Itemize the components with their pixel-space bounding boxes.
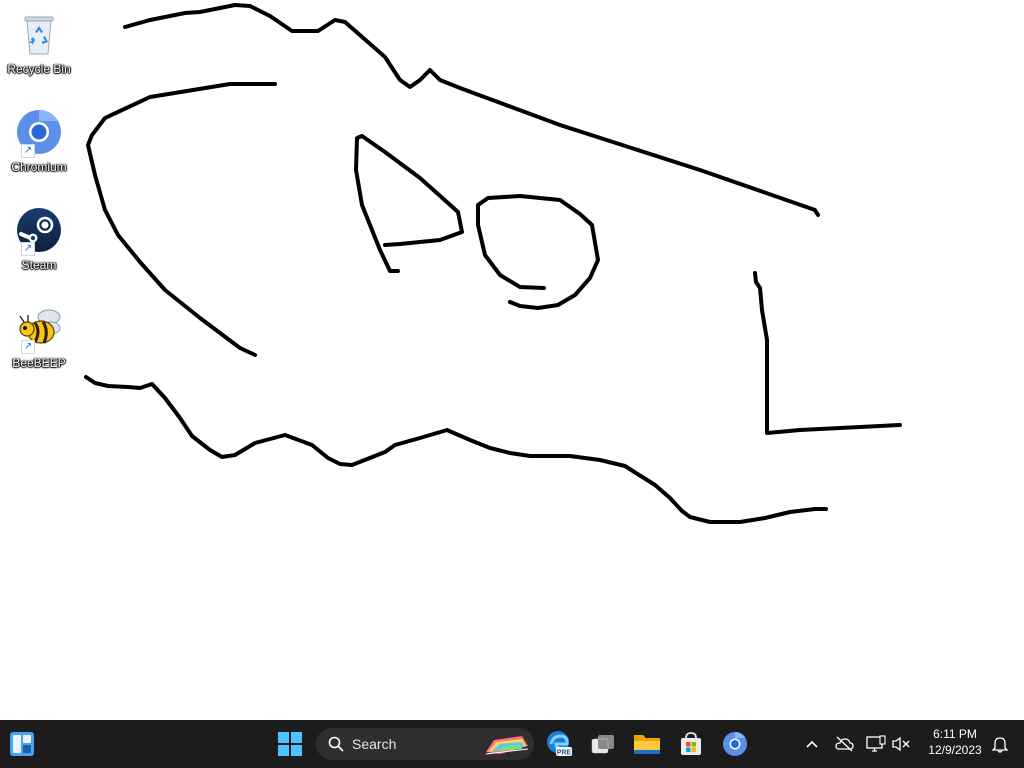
taskbar: Search PRE 6:11 PM 12/9/2023 <box>0 720 1024 768</box>
windows-logo-icon <box>278 732 302 756</box>
desktop-icon-label: Steam <box>21 258 57 272</box>
chromium-icon <box>723 732 747 756</box>
search-icon <box>328 736 344 752</box>
notification-bell-icon <box>992 737 1008 753</box>
desktop-icon-chromium[interactable]: ↗ Chromium <box>4 104 74 192</box>
task-view-button[interactable] <box>585 726 621 762</box>
show-hidden-icons-button[interactable] <box>796 726 828 762</box>
freehand-drawing <box>84 3 902 524</box>
drawing-stroke <box>354 134 464 273</box>
chevron-up-icon <box>806 740 818 748</box>
shortcut-arrow-icon: ↗ <box>21 242 35 256</box>
widgets-button[interactable] <box>4 726 40 762</box>
widgets-icon <box>10 732 34 756</box>
beebeep-icon: ↗ <box>15 304 63 354</box>
shortcut-arrow-icon: ↗ <box>21 144 35 158</box>
taskbar-clock[interactable]: 6:11 PM 12/9/2023 <box>918 726 992 762</box>
clock-date: 12/9/2023 <box>928 743 982 757</box>
drawing-stroke <box>476 194 600 310</box>
chromium-taskbar-button[interactable] <box>717 726 753 762</box>
steam-icon: ↗ <box>15 206 63 256</box>
drawing-stroke <box>123 3 820 217</box>
desktop[interactable]: Recycle Bin ↗ Chromium ↗ Steam ↗ BeeBEEP <box>0 0 1024 720</box>
store-icon <box>681 732 701 755</box>
edge-beta-button[interactable]: PRE <box>541 726 577 762</box>
drawing-stroke <box>86 82 277 357</box>
shortcut-arrow-icon: ↗ <box>21 340 35 354</box>
desktop-icon-steam[interactable]: ↗ Steam <box>4 202 74 290</box>
network-button[interactable] <box>828 726 860 762</box>
chromium-icon: ↗ <box>15 108 63 158</box>
clock-time: 6:11 PM <box>933 727 977 741</box>
volume-button[interactable] <box>886 726 916 762</box>
recycle-bin-icon <box>15 10 63 58</box>
drawing-stroke <box>84 375 828 524</box>
desktop-icon-label: Recycle Bin <box>7 62 71 76</box>
svg-text:PRE: PRE <box>557 750 572 757</box>
display-icon <box>866 735 886 752</box>
task-view-icon <box>591 735 614 754</box>
microsoft-store-button[interactable] <box>673 726 709 762</box>
edge-beta-icon: PRE <box>547 731 572 757</box>
search-placeholder: Search <box>352 736 397 752</box>
drawing-stroke <box>753 271 902 435</box>
network-offline-icon <box>835 736 854 752</box>
desktop-icon-recycle-bin[interactable]: Recycle Bin <box>4 6 74 94</box>
volume-muted-icon <box>892 736 910 752</box>
start-button[interactable] <box>272 726 308 762</box>
desktop-icon-label: Chromium <box>11 160 67 174</box>
desktop-icon-label: BeeBEEP <box>12 356 66 370</box>
folder-icon <box>634 735 660 754</box>
desktop-icon-beebeep[interactable]: ↗ BeeBEEP <box>4 300 74 388</box>
search-highlight-icon <box>485 736 529 755</box>
file-explorer-button[interactable] <box>629 726 665 762</box>
notifications-button[interactable] <box>984 726 1016 762</box>
taskbar-search-box[interactable]: Search <box>316 728 534 760</box>
